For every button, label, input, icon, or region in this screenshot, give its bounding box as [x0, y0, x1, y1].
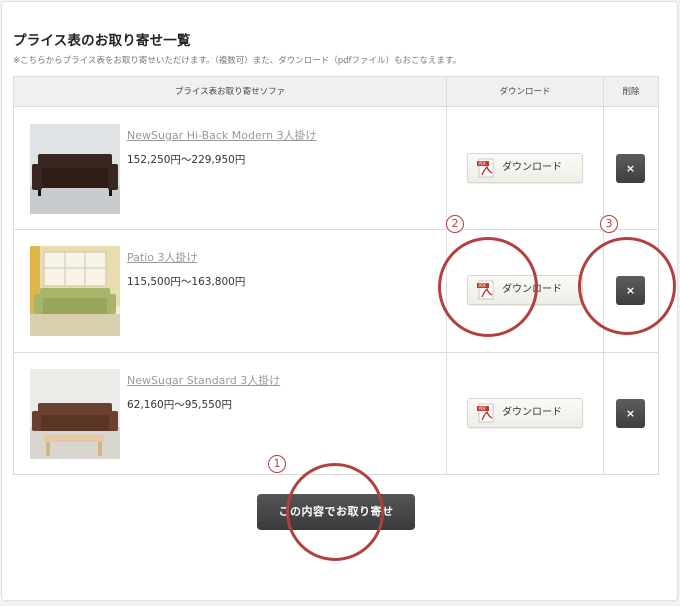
price-list-table: プライス表お取り寄せソファ ダウンロード 削除 NewSugar Hi-Back…: [13, 76, 659, 475]
page-title: プライス表のお取り寄せ一覧: [13, 33, 191, 49]
table-row: NewSugar Hi-Back Modern 3人掛け 152,250円〜22…: [14, 108, 658, 230]
table-row: NewSugar Standard 3人掛け 62,160円〜95,550円 P…: [14, 353, 658, 475]
pdf-icon: PDF: [477, 403, 497, 423]
delete-button[interactable]: ×: [616, 154, 645, 183]
svg-text:PDF: PDF: [479, 283, 487, 288]
product-name-link[interactable]: NewSugar Standard 3人掛け: [127, 372, 280, 388]
download-button[interactable]: PDF ダウンロード: [467, 275, 583, 305]
product-name-link[interactable]: Patio 3人掛け: [127, 249, 197, 265]
download-label: ダウンロード: [502, 162, 562, 173]
table-header: プライス表お取り寄せソファ ダウンロード 削除: [14, 77, 658, 107]
delete-button[interactable]: ×: [616, 276, 645, 305]
submit-request-button[interactable]: この内容でお取り寄せ: [257, 494, 415, 530]
download-label: ダウンロード: [502, 284, 562, 295]
product-price: 115,500円〜163,800円: [127, 276, 246, 288]
header-download: ダウンロード: [499, 87, 551, 97]
table-row: Patio 3人掛け 115,500円〜163,800円 PDF ダウンロード …: [14, 230, 658, 352]
product-price: 62,160円〜95,550円: [127, 399, 232, 411]
pdf-icon: PDF: [477, 280, 497, 300]
page-note: ※こちらからプライス表をお取り寄せいただけます。（複数可）また、ダウンロード（p…: [13, 56, 462, 66]
product-price: 152,250円〜229,950円: [127, 154, 246, 166]
price-list-panel: プライス表のお取り寄せ一覧 ※こちらからプライス表をお取り寄せいただけます。（複…: [1, 1, 678, 601]
svg-text:PDF: PDF: [479, 406, 487, 411]
download-label: ダウンロード: [502, 407, 562, 418]
product-name-link[interactable]: NewSugar Hi-Back Modern 3人掛け: [127, 127, 317, 143]
download-button[interactable]: PDF ダウンロード: [467, 398, 583, 428]
header-delete: 削除: [622, 87, 640, 97]
header-product: プライス表お取り寄せソファ: [174, 87, 286, 97]
sofa-thumbnail-hiback: [30, 124, 120, 214]
delete-button[interactable]: ×: [616, 399, 645, 428]
sofa-thumbnail-standard: [30, 369, 120, 459]
svg-text:PDF: PDF: [479, 161, 487, 166]
sofa-thumbnail-patio: [30, 246, 120, 336]
download-button[interactable]: PDF ダウンロード: [467, 153, 583, 183]
pdf-icon: PDF: [477, 158, 497, 178]
